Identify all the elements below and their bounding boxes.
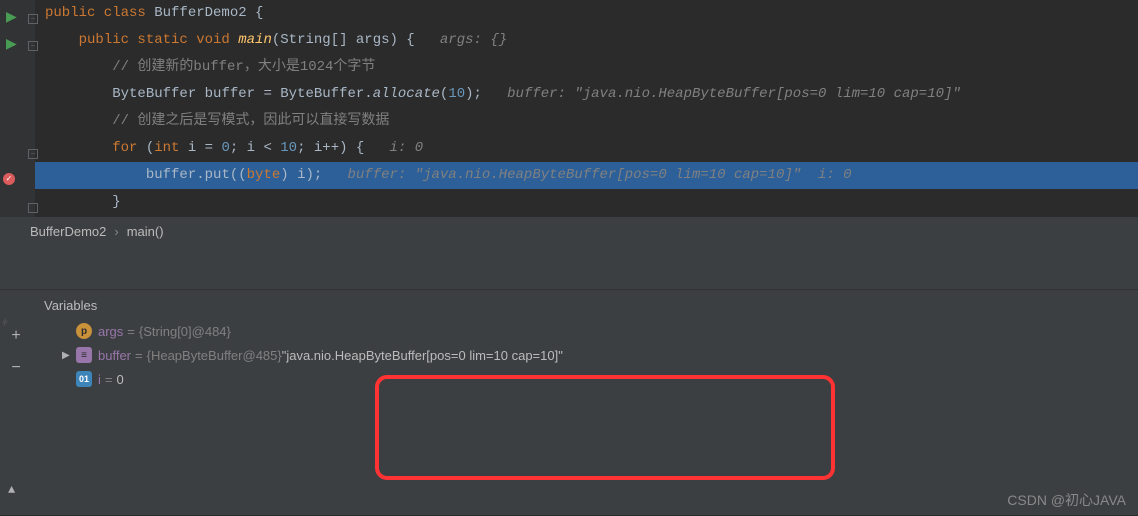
- code-line: }: [45, 189, 1138, 216]
- run-class-icon[interactable]: ▶: [6, 9, 20, 23]
- debug-panel: + − Variables p args = {String[0]@484} ▶…: [0, 245, 1138, 515]
- editor-area: ▶ ▶ − − − ✓ public class BufferDemo2 { p…: [0, 0, 1138, 217]
- watermark: CSDN @初心JAVA: [1007, 490, 1126, 510]
- param-icon: p: [76, 323, 92, 339]
- variable-row[interactable]: ▶ ≡ buffer = {HeapByteBuffer@485} "java.…: [32, 343, 1138, 367]
- variable-row[interactable]: 01 i = 0: [32, 367, 1138, 391]
- variables-panel: Variables p args = {String[0]@484} ▶ ≡ b…: [32, 290, 1138, 515]
- code-area[interactable]: public class BufferDemo2 { public static…: [35, 0, 1138, 217]
- expand-icon[interactable]: ▶: [62, 350, 76, 361]
- run-method-icon[interactable]: ▶: [6, 36, 20, 50]
- collapse-up-icon[interactable]: ▲: [8, 483, 15, 497]
- breakpoint-check-icon: ✓: [3, 173, 15, 185]
- breadcrumb-method[interactable]: main(): [127, 224, 164, 239]
- variables-header: Variables: [32, 298, 1138, 319]
- breadcrumb[interactable]: BufferDemo2 › main(): [0, 217, 1138, 245]
- primitive-icon: 01: [76, 371, 92, 387]
- panel-divider-icon[interactable]: ⫩: [2, 318, 16, 328]
- variable-row[interactable]: p args = {String[0]@484}: [32, 319, 1138, 343]
- remove-watch-button[interactable]: −: [5, 357, 27, 379]
- code-line: // 创建之后是写模式，因此可以直接写数据: [45, 108, 1138, 135]
- add-watch-button[interactable]: +: [5, 325, 27, 347]
- code-line: ByteBuffer buffer = ByteBuffer.allocate(…: [45, 81, 1138, 108]
- code-line: public class BufferDemo2 {: [45, 0, 1138, 27]
- chevron-right-icon: ›: [114, 224, 118, 239]
- code-line: for (int i = 0; i < 10; i++) { i: 0: [45, 135, 1138, 162]
- object-icon: ≡: [76, 347, 92, 363]
- breadcrumb-class[interactable]: BufferDemo2: [30, 224, 106, 239]
- code-line: // 创建新的buffer，大小是1024个字节: [45, 54, 1138, 81]
- gutter: ▶ ▶ − − − ✓: [0, 0, 35, 217]
- current-execution-line: buffer.put((byte) i); buffer: "java.nio.…: [35, 162, 1138, 189]
- code-line: public static void main(String[] args) {…: [45, 27, 1138, 54]
- debug-toolbar: [0, 245, 1138, 290]
